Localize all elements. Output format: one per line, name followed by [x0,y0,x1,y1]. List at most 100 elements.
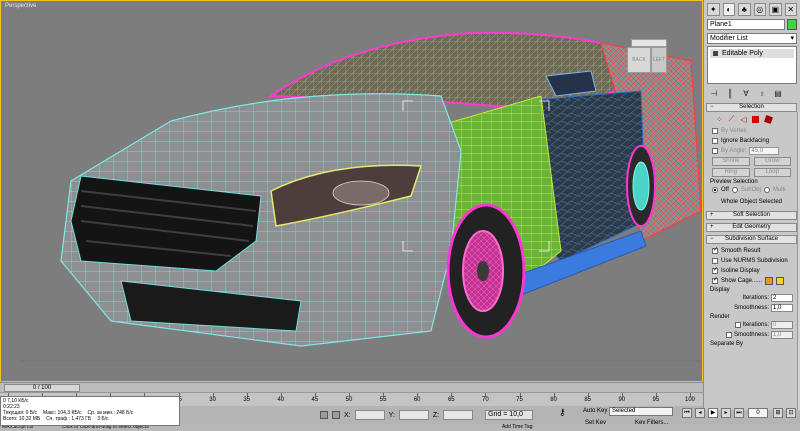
display-iterations-label: Iterations: [742,295,769,301]
subdivision-surface-rollout-header[interactable]: − Subdivision Surface [706,235,797,244]
use-nurms-checkbox[interactable] [712,258,718,264]
lock-selection-icon[interactable] [320,411,328,419]
car-wireframe-model[interactable] [1,1,703,382]
auto-key-button[interactable]: Auto Key [583,408,607,416]
viewcube-left-face[interactable]: LEFT [651,47,667,73]
render-smoothness-checkbox[interactable] [725,332,732,338]
modify-tab-icon[interactable]: ◐ [722,2,735,16]
ignore-backfacing-option[interactable]: Ignore Backfacing [706,136,797,146]
render-iterations-spinner[interactable]: 0 [771,321,793,329]
preview-multi-radio[interactable] [763,187,770,193]
track-bar-label: 65 [447,397,455,403]
border-icon[interactable]: ◁ [740,115,746,124]
coordinate-display: X: Y: Z: Grid = 10,0 [320,408,534,422]
stats-total: Всего: 10,32 МБ [3,416,41,422]
create-tab-icon[interactable]: ✦ [707,2,720,16]
key-icon[interactable]: ⚷ [559,408,566,417]
previous-frame-icon[interactable]: ◂ [695,408,705,418]
render-iterations-checkbox[interactable] [734,322,741,328]
vertex-icon[interactable]: ⁘ [716,115,723,124]
y-coordinate-field[interactable] [398,410,429,420]
utilities-tab-icon[interactable]: ✕ [784,2,797,16]
selection-rollout-header[interactable]: − Selection [706,103,797,112]
viewcube-widget[interactable]: BACK LEFT [621,37,673,85]
key-mode-icon[interactable]: ⊞ [773,408,783,418]
by-vertex-checkbox[interactable] [712,128,718,134]
expand-icon: + [710,224,714,230]
grow-button[interactable]: Grow [753,157,791,166]
current-frame-field[interactable]: 0 [748,408,768,418]
motion-tab-icon[interactable]: ◎ [753,2,766,16]
shrink-button[interactable]: Shrink [712,157,750,166]
absolute-mode-icon[interactable] [332,411,340,419]
edge-icon[interactable]: ⟋ [729,114,735,124]
time-config-icon[interactable]: ⊡ [786,408,796,418]
smooth-result-checkbox[interactable] [712,246,718,254]
display-smoothness-spinner[interactable]: 1,0 [771,304,793,312]
track-bar-label: 40 [277,397,285,403]
show-end-result-icon[interactable]: ║ [725,88,735,98]
show-cage-checkbox[interactable] [712,276,718,284]
configure-modifier-icon[interactable]: ▤ [773,88,783,98]
by-vertex-option[interactable]: By Vertex [706,126,797,136]
ring-button[interactable]: Ring [712,168,750,177]
object-color-swatch[interactable] [787,19,797,30]
modifier-list-dropdown[interactable]: Modifier List ▾ [707,33,797,44]
angle-spinner[interactable]: 45,0 [749,147,780,155]
make-unique-icon[interactable]: ∀ [741,88,751,98]
preview-off-radio[interactable] [712,187,718,193]
edit-geometry-rollout-header[interactable]: + Edit Geometry [706,223,797,232]
pin-stack-icon[interactable]: ⊣ [709,88,719,98]
element-icon[interactable] [764,114,774,124]
viewcube-top-face[interactable] [631,39,667,47]
cage-color-swatch-2[interactable] [776,277,785,285]
play-icon[interactable]: ▶ [708,408,718,418]
rollout-title: Soft Selection [732,212,771,218]
track-bar-label: 90 [618,397,626,403]
by-angle-option[interactable]: By Angle: 45,0 [706,146,797,156]
soft-selection-rollout-header[interactable]: + Soft Selection [706,211,797,220]
display-iterations-spinner[interactable]: 2 [771,294,793,302]
modifier-stack[interactable]: Editable Poly [707,46,797,84]
goto-start-icon[interactable]: ⏮ [682,408,692,418]
next-frame-icon[interactable]: ▸ [721,408,731,418]
time-slider[interactable]: 0 / 100 [4,384,80,392]
isoline-display-checkbox[interactable] [712,266,718,274]
loop-button[interactable]: Loop [753,168,791,177]
display-smoothness-label: Smoothness: [733,305,769,311]
preview-subobj-radio[interactable] [731,187,738,193]
viewcube-back-face[interactable]: BACK [627,47,651,73]
viewport-label[interactable]: Perspective [5,3,36,9]
hierarchy-tab-icon[interactable]: ♣ [738,2,751,16]
by-angle-checkbox[interactable] [712,148,718,154]
stack-item-editable-poly[interactable]: Editable Poly [710,49,794,58]
expand-icon: + [710,212,714,218]
smooth-result-option[interactable]: Smooth Result [706,246,797,256]
perspective-viewport[interactable]: Perspective BACK LEFT [0,0,703,382]
track-bar-label: 60 [413,397,421,403]
x-coordinate-field[interactable] [354,410,385,420]
z-coordinate-field[interactable] [443,410,474,420]
track-bar-label: 70 [482,397,489,403]
use-nurms-option[interactable]: Use NURMS Subdivision [706,256,797,266]
track-bar-label: 35 [243,397,251,403]
polygon-icon[interactable] [752,115,760,123]
key-selection-dropdown[interactable]: Selected [609,407,673,416]
cage-color-swatch-1[interactable] [765,277,774,285]
y-label: Y: [388,411,395,419]
render-iterations-label: Iterations: [742,322,769,328]
render-smoothness-spinner[interactable]: 1,0 [771,331,793,339]
track-bar-label: 100 [684,397,696,403]
object-name-field[interactable]: Plane1 [707,19,785,30]
grid-size-readout: Grid = 10,0 [485,410,534,420]
remove-modifier-icon[interactable]: ♁ [757,88,767,98]
ignore-backfacing-checkbox[interactable] [712,138,718,144]
smooth-result-label: Smooth Result [721,248,761,254]
show-cage-option[interactable]: Show Cage...... [706,276,797,286]
isoline-display-option[interactable]: Isoline Display [706,266,797,276]
time-slider-bar[interactable]: 0 / 100 [0,382,703,392]
goto-end-icon[interactable]: ⏭ [734,408,744,418]
subobject-level-icons: ⁘ ⟋ ◁ [706,112,797,126]
add-time-tag-button[interactable]: Add Time Tag [502,424,532,431]
display-tab-icon[interactable]: ▣ [769,2,782,16]
